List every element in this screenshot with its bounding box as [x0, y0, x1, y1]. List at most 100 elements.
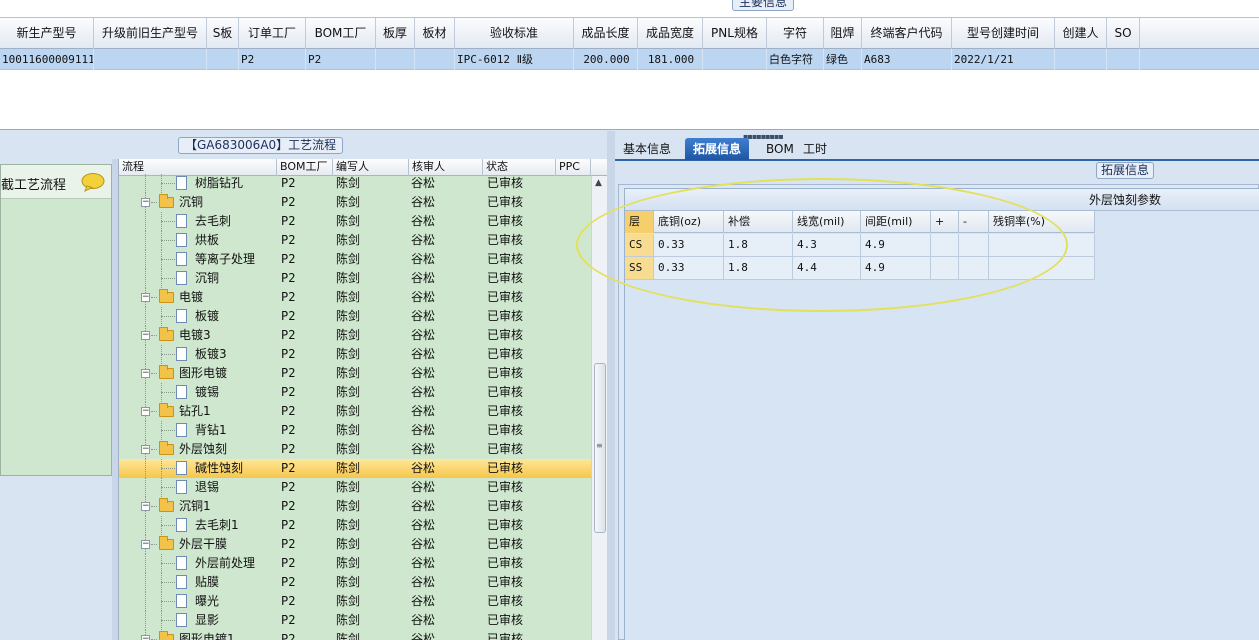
main-info-cell[interactable]: 200.000 [574, 49, 638, 70]
etch-cell[interactable] [959, 234, 989, 256]
main-info-column-header[interactable]: 板材 [415, 18, 455, 49]
collapse-icon[interactable]: − [141, 198, 150, 207]
main-info-cell[interactable] [207, 49, 239, 70]
main-info-column-header[interactable]: 成品长度 [574, 18, 638, 49]
collapse-icon[interactable]: − [141, 445, 150, 454]
detail-tab[interactable]: 工时 [795, 138, 835, 160]
main-info-column-header[interactable]: 创建人 [1055, 18, 1107, 49]
tree-step-row[interactable]: 板镀3 P2 陈剑 谷松 已审核 [119, 345, 591, 364]
tree-folder-row[interactable]: − 电镀3 P2 陈剑 谷松 已审核 [119, 326, 591, 345]
etch-column-header[interactable]: - [959, 211, 989, 233]
etch-row[interactable]: SS 0.33 1.8 4.4 4.9 [625, 257, 1095, 280]
etch-cell[interactable]: 4.4 [793, 257, 861, 279]
etch-cell[interactable] [959, 257, 989, 279]
main-info-cell[interactable]: 绿色 [824, 49, 862, 70]
main-info-cell[interactable]: IPC-6012 Ⅱ级 [455, 49, 574, 70]
tree-step-row[interactable]: 镀锡 P2 陈剑 谷松 已审核 [119, 383, 591, 402]
tree-folder-row[interactable]: − 电镀 P2 陈剑 谷松 已审核 [119, 288, 591, 307]
etch-column-header[interactable]: 线宽(mil) [793, 211, 861, 233]
etch-cell[interactable]: 0.33 [654, 257, 724, 279]
main-info-column-header[interactable]: BOM工厂 [306, 18, 376, 49]
tree-folder-row[interactable]: − 沉铜1 P2 陈剑 谷松 已审核 [119, 497, 591, 516]
main-info-cell[interactable] [1055, 49, 1107, 70]
tree-step-row[interactable]: 显影 P2 陈剑 谷松 已审核 [119, 611, 591, 630]
collapse-icon[interactable]: − [141, 407, 150, 416]
tree-folder-row[interactable]: − 外层蚀刻 P2 陈剑 谷松 已审核 [119, 440, 591, 459]
tree-step-row[interactable]: 背钻1 P2 陈剑 谷松 已审核 [119, 421, 591, 440]
etch-column-header[interactable]: 层 [625, 211, 654, 233]
tree-folder-row[interactable]: − 外层干膜 P2 陈剑 谷松 已审核 [119, 535, 591, 554]
collapse-icon[interactable]: − [141, 540, 150, 549]
main-info-column-header[interactable]: 板厚 [376, 18, 415, 49]
etch-cell[interactable]: 4.3 [793, 234, 861, 256]
etch-cell[interactable]: 4.9 [861, 234, 931, 256]
main-info-row-selected[interactable]: 10011600009111 P2 P2 IPC-6012 Ⅱ级 200.000 181.… [0, 49, 1259, 70]
scroll-up-arrow-icon[interactable]: ▲ [595, 178, 602, 188]
main-info-cell[interactable]: 2022/1/21 [952, 49, 1055, 70]
collapse-icon[interactable]: − [141, 331, 150, 340]
scroll-thumb[interactable]: ≡ [594, 363, 606, 533]
center-splitter[interactable] [607, 131, 615, 640]
tree-step-row[interactable]: 退锡 P2 陈剑 谷松 已审核 [119, 478, 591, 497]
etch-cell[interactable] [931, 257, 959, 279]
collapse-icon[interactable]: − [141, 635, 150, 640]
tree-step-row[interactable]: 曝光 P2 陈剑 谷松 已审核 [119, 592, 591, 611]
tree-step-row[interactable]: 烘板 P2 陈剑 谷松 已审核 [119, 231, 591, 250]
detail-tab[interactable]: 拓展信息 [685, 138, 750, 160]
process-tree-scrollbar[interactable]: ▲ ≡ [591, 176, 607, 640]
etch-layer-cell[interactable]: SS [625, 257, 654, 279]
etch-column-header[interactable]: 间距(mil) [861, 211, 931, 233]
main-info-column-header[interactable]: 验收标准 [455, 18, 574, 49]
tree-folder-row[interactable]: − 图形电镀 P2 陈剑 谷松 已审核 [119, 364, 591, 383]
main-info-cell[interactable]: 白色字符 [767, 49, 824, 70]
main-info-column-header[interactable]: 订单工厂 [239, 18, 306, 49]
main-info-cell[interactable]: 181.000 [638, 49, 703, 70]
etch-column-header[interactable]: 补偿 [724, 211, 793, 233]
main-info-column-header[interactable]: 型号创建时间 [952, 18, 1055, 49]
main-info-column-header[interactable]: 新生产型号 [0, 18, 94, 49]
etch-cell[interactable] [989, 234, 1095, 256]
comment-icon[interactable] [81, 172, 105, 192]
tree-step-row[interactable]: 树脂钻孔 P2 陈剑 谷松 已审核 [119, 174, 591, 193]
main-info-column-header[interactable]: 字符 [767, 18, 824, 49]
main-info-column-header[interactable]: 终端客户代码 [862, 18, 952, 49]
main-info-column-header[interactable]: S板 [207, 18, 239, 49]
main-info-column-header[interactable]: 成品宽度 [638, 18, 703, 49]
etch-column-header[interactable]: 底铜(oz) [654, 211, 724, 233]
main-info-column-header[interactable]: PNL规格 [703, 18, 767, 49]
tree-folder-row[interactable]: − 钻孔1 P2 陈剑 谷松 已审核 [119, 402, 591, 421]
etch-row[interactable]: CS 0.33 1.8 4.3 4.9 [625, 234, 1095, 257]
main-info-cell[interactable] [1107, 49, 1140, 70]
main-info-cell[interactable] [94, 49, 207, 70]
collapse-icon[interactable]: − [141, 369, 150, 378]
main-info-cell[interactable]: P2 [239, 49, 306, 70]
etch-cell[interactable]: 1.8 [724, 257, 793, 279]
main-info-cell[interactable]: A683 [862, 49, 952, 70]
collapse-icon[interactable]: − [141, 293, 150, 302]
etch-cell[interactable]: 4.9 [861, 257, 931, 279]
tree-step-row[interactable]: 板镀 P2 陈剑 谷松 已审核 [119, 307, 591, 326]
tree-step-row[interactable]: 碱性蚀刻 P2 陈剑 谷松 已审核 [119, 459, 591, 478]
tree-step-row[interactable]: 去毛刺1 P2 陈剑 谷松 已审核 [119, 516, 591, 535]
etch-cell[interactable]: 1.8 [724, 234, 793, 256]
etch-cell[interactable] [931, 234, 959, 256]
collapse-icon[interactable]: − [141, 502, 150, 511]
tree-step-row[interactable]: 去毛刺 P2 陈剑 谷松 已审核 [119, 212, 591, 231]
tree-folder-row[interactable]: − 沉铜 P2 陈剑 谷松 已审核 [119, 193, 591, 212]
etch-column-header[interactable]: + [931, 211, 959, 233]
etch-layer-cell[interactable]: CS [625, 234, 654, 256]
tree-folder-row[interactable]: − 图形电镀1 P2 陈剑 谷松 已审核 [119, 630, 591, 640]
main-info-cell[interactable]: P2 [306, 49, 376, 70]
main-info-column-header[interactable]: 阻焊 [824, 18, 862, 49]
tree-step-row[interactable]: 等离子处理 P2 陈剑 谷松 已审核 [119, 250, 591, 269]
etch-cell[interactable]: 0.33 [654, 234, 724, 256]
tree-step-row[interactable]: 贴膜 P2 陈剑 谷松 已审核 [119, 573, 591, 592]
detail-tab[interactable]: 基本信息 [615, 138, 679, 160]
main-info-column-header[interactable]: 升级前旧生产型号 [94, 18, 207, 49]
main-info-column-header[interactable]: SO [1107, 18, 1140, 49]
etch-cell[interactable] [989, 257, 1095, 279]
main-info-cell[interactable] [703, 49, 767, 70]
tree-step-row[interactable]: 沉铜 P2 陈剑 谷松 已审核 [119, 269, 591, 288]
side-panel-header[interactable]: 截工艺流程 [1, 165, 111, 199]
etch-column-header[interactable]: 残铜率(%) [989, 211, 1095, 233]
